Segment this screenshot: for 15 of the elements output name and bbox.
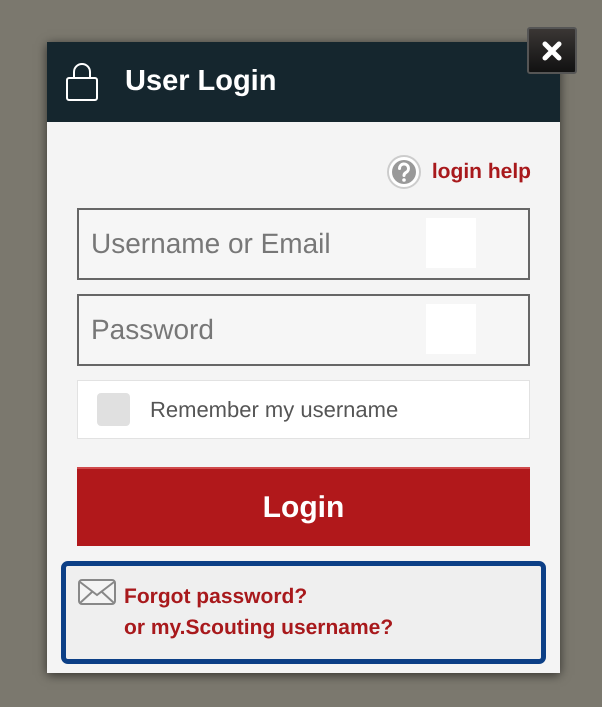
password-field[interactable]: Password xyxy=(77,294,530,366)
envelope-icon xyxy=(78,579,116,605)
forgot-link[interactable]: Forgot password? xyxy=(124,581,394,612)
close-icon xyxy=(541,40,563,62)
remember-label: Remember my username xyxy=(150,396,398,424)
username-field[interactable]: Username or Email xyxy=(77,208,530,280)
remember-checkbox[interactable] xyxy=(97,393,130,426)
close-button[interactable] xyxy=(527,27,577,74)
dialog-title: User Login xyxy=(125,64,276,100)
padlock-icon xyxy=(65,62,99,102)
remember-row[interactable]: Remember my username xyxy=(77,380,530,439)
login-button[interactable]: Login xyxy=(77,467,530,546)
forgot-link[interactable]: or my.Scouting username? xyxy=(124,612,394,643)
login-help-link[interactable]: login help xyxy=(432,156,531,188)
help-icon xyxy=(386,154,422,190)
